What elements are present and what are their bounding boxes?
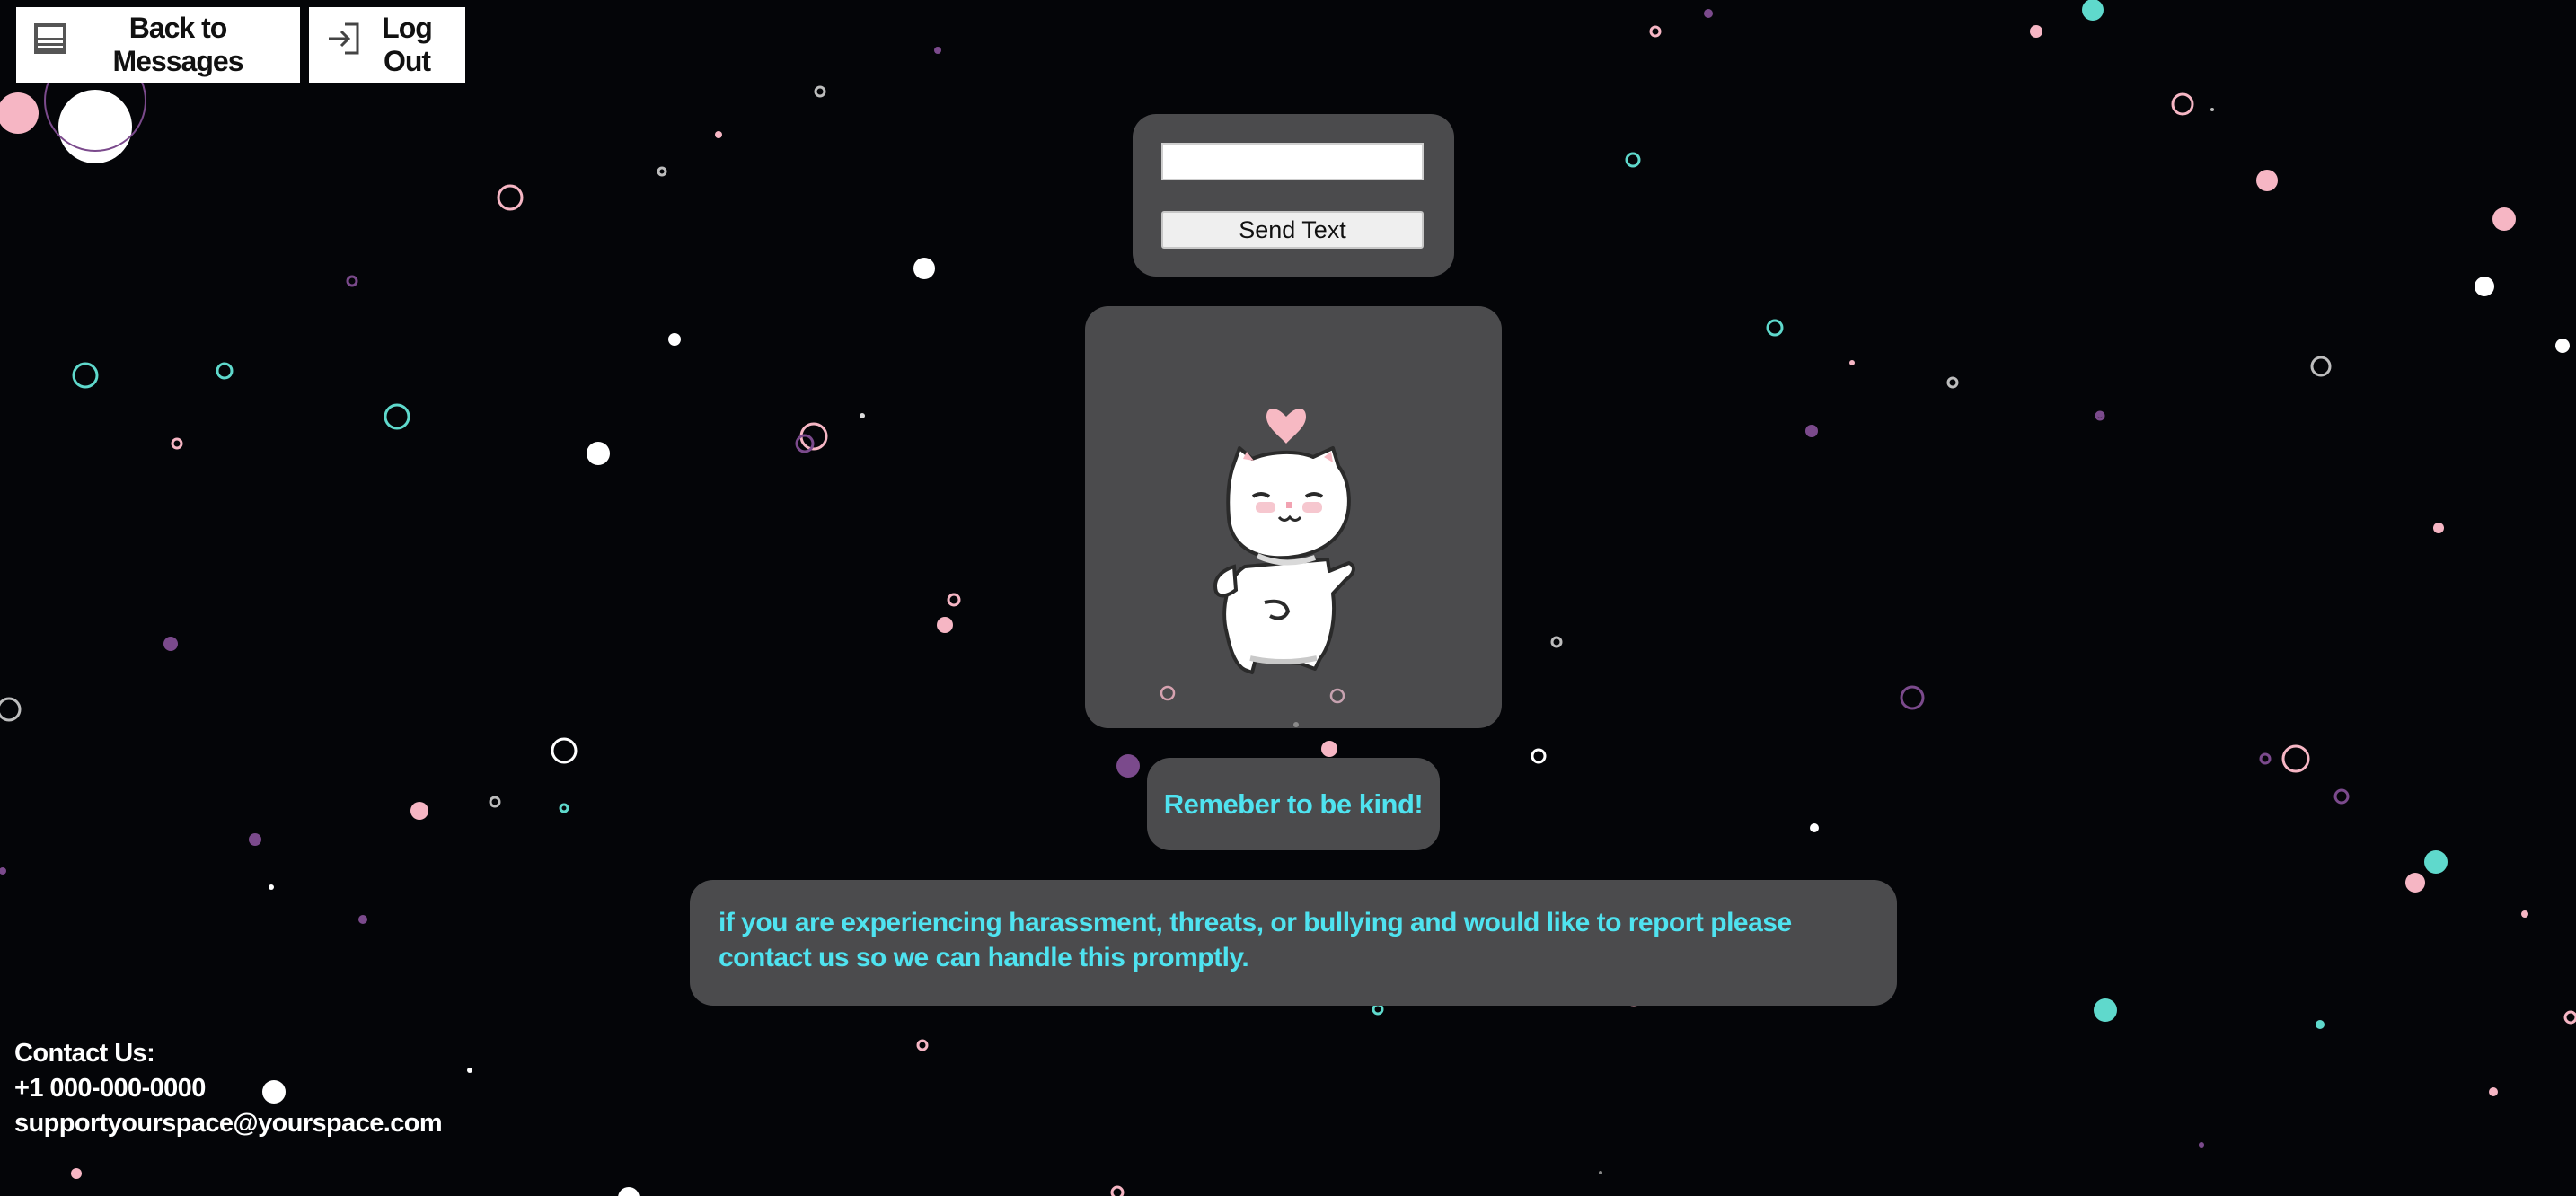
back-to-messages-label: Back to Messages xyxy=(112,12,244,77)
bubble-decoration xyxy=(2489,1087,2498,1096)
kindness-reminder-panel: Remeber to be kind! xyxy=(1147,758,1440,850)
bubble-decoration xyxy=(587,442,610,465)
kindness-reminder-text: Remeber to be kind! xyxy=(1163,787,1424,820)
log-out-icon xyxy=(325,21,361,57)
bubble-decoration xyxy=(346,275,358,287)
bubble-decoration xyxy=(216,362,234,380)
bubble-decoration xyxy=(1625,152,1641,168)
bubble-decoration xyxy=(2094,998,2117,1022)
bubble-decoration xyxy=(1704,9,1713,18)
bubble-decoration xyxy=(2210,108,2214,111)
bubble-decoration xyxy=(657,166,667,177)
bubble-decoration xyxy=(2199,1142,2204,1148)
bubble-decoration xyxy=(551,737,578,764)
send-text-button[interactable]: Send Text xyxy=(1161,211,1424,249)
bubble-decoration xyxy=(0,867,6,875)
contact-email: supportyourspace@yourspace.com xyxy=(14,1109,443,1138)
heart-icon xyxy=(1266,408,1306,444)
bubble-decoration xyxy=(2030,25,2042,38)
bubble-decoration xyxy=(1531,748,1547,764)
bubble-decoration xyxy=(2433,523,2444,533)
bubble-decoration xyxy=(1372,1003,1384,1016)
bubble-decoration xyxy=(916,1039,929,1051)
bubble-decoration xyxy=(163,637,178,651)
bubble-decoration xyxy=(2281,744,2310,773)
bubble-decoration xyxy=(497,184,524,211)
bubble-decoration xyxy=(1110,1185,1125,1196)
bubble-decoration xyxy=(559,803,569,813)
bubble-decoration xyxy=(1805,425,1818,437)
bubble-decoration xyxy=(2316,1020,2325,1029)
contact-phone: +1 000-000-0000 xyxy=(14,1074,206,1103)
back-to-messages-button[interactable]: Back to Messages xyxy=(16,7,300,83)
bubble-decoration xyxy=(269,884,274,890)
bubble-decoration xyxy=(2563,1010,2576,1025)
bubble-decoration xyxy=(1599,1171,1602,1174)
bubble-decoration xyxy=(1321,741,1337,757)
log-out-button[interactable]: Log Out xyxy=(309,7,465,83)
bubble-decoration xyxy=(814,85,826,98)
message-text-input[interactable] xyxy=(1161,143,1424,180)
bubble-decoration xyxy=(2082,0,2104,21)
bubble-decoration xyxy=(1849,360,1855,365)
contact-info: Contact Us: +1 000-000-0000 supportyours… xyxy=(14,1036,443,1141)
bubble-decoration xyxy=(1810,823,1819,832)
report-notice-panel: if you are experiencing harassment, thre… xyxy=(690,880,1897,1006)
bubble-decoration xyxy=(2259,752,2272,765)
report-notice-text: if you are experiencing harassment, thre… xyxy=(719,908,1792,972)
bubble-decoration xyxy=(489,796,501,808)
bubble-decoration xyxy=(410,802,428,820)
dancing-cat-image xyxy=(1160,408,1355,727)
bubble-decoration xyxy=(1766,319,1784,337)
bubble-decoration xyxy=(1946,376,1959,389)
bubble-decoration xyxy=(72,362,99,389)
bubble-decoration xyxy=(913,258,935,279)
bubble-decoration xyxy=(1550,636,1563,648)
bubble-decoration xyxy=(947,593,961,607)
bubble-decoration xyxy=(715,131,722,138)
bubble-decoration xyxy=(2310,356,2332,377)
bubble-decoration xyxy=(1116,754,1140,778)
page: Back to Messages Log Out Send Text Remeb… xyxy=(0,0,2576,1196)
bubble-decoration xyxy=(0,92,39,134)
bubble-decoration xyxy=(2492,207,2516,231)
bubble-decoration xyxy=(171,437,183,450)
bubble-decoration xyxy=(249,833,261,846)
bubble-decoration xyxy=(1900,685,1925,710)
bubble-decoration xyxy=(2405,873,2425,893)
bubble-decoration xyxy=(2424,850,2448,874)
bubble-decoration xyxy=(2475,277,2494,296)
bubble-decoration xyxy=(71,1168,82,1179)
messages-icon xyxy=(32,21,68,57)
bubble-decoration xyxy=(467,1068,472,1073)
bubble-decoration xyxy=(358,915,367,924)
bubble-decoration xyxy=(2171,92,2194,116)
log-out-label: Log Out xyxy=(382,12,433,77)
bubble-decoration xyxy=(58,90,132,163)
bubble-decoration xyxy=(1649,25,1662,38)
bubble-decoration xyxy=(934,47,941,54)
contact-heading: Contact Us: xyxy=(14,1039,155,1068)
bubble-decoration xyxy=(937,617,953,633)
compose-panel: Send Text xyxy=(1133,114,1454,277)
cat-icon xyxy=(1213,446,1355,674)
bubble-decoration xyxy=(2333,788,2350,805)
bubble-decoration xyxy=(0,697,22,722)
bubble-decoration xyxy=(668,333,681,346)
bubble-decoration xyxy=(2555,339,2570,353)
bubble-decoration xyxy=(618,1187,640,1196)
bubble-decoration xyxy=(2521,910,2528,918)
cat-card xyxy=(1085,306,1502,728)
bubble-decoration xyxy=(2256,170,2278,191)
bubble-decoration xyxy=(860,413,865,418)
bubble-decoration xyxy=(384,403,410,430)
